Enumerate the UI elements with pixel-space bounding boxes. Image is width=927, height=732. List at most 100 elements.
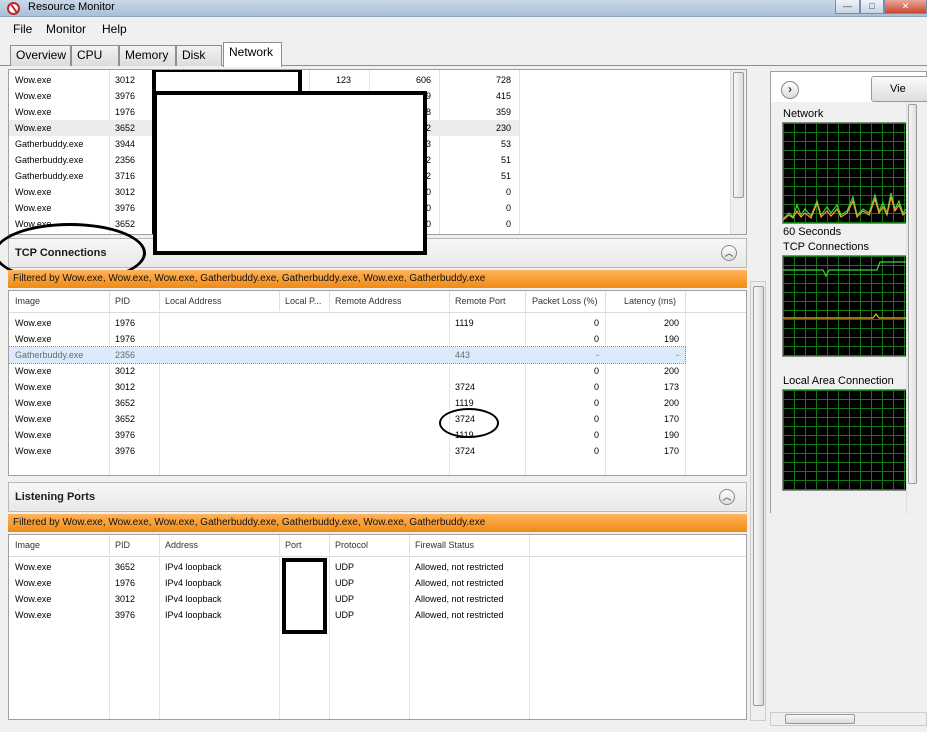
- annotation-circle: [439, 408, 499, 438]
- process-total: 0: [505, 219, 511, 229]
- menu-file[interactable]: File: [13, 22, 32, 36]
- conn-latency: 190: [663, 334, 679, 344]
- graph-title-network: Network: [783, 108, 824, 120]
- col-protocol[interactable]: Protocol: [335, 540, 368, 550]
- table-row[interactable]: Wow.exe 3012 0 200: [9, 363, 685, 379]
- table-row[interactable]: Gatherbuddy.exe 2356 443 - -: [9, 346, 686, 364]
- col-pid[interactable]: PID: [115, 540, 130, 550]
- process-pid: 3012: [115, 75, 136, 85]
- process-pid: 3012: [115, 187, 136, 197]
- col-remote-port[interactable]: Remote Port: [455, 296, 506, 306]
- tcp-column-header: Image PID ^ Local Address Local P... Rem…: [9, 290, 746, 313]
- tab-disk[interactable]: Disk: [176, 45, 222, 66]
- table-row[interactable]: Wow.exe 3652 3724 0 170: [9, 411, 685, 427]
- col-latency[interactable]: Latency (ms): [624, 296, 676, 306]
- conn-image: Gatherbuddy.exe: [15, 350, 84, 360]
- listen-image: Wow.exe: [15, 594, 52, 604]
- conn-packet-loss: 0: [593, 414, 599, 424]
- listen-firewall: Allowed, not restricted: [415, 562, 504, 572]
- conn-latency: 170: [663, 446, 679, 456]
- conn-latency: 170: [663, 414, 679, 424]
- col-image[interactable]: Image: [15, 296, 40, 306]
- views-button[interactable]: Vie: [871, 76, 927, 102]
- conn-image: Wow.exe: [15, 414, 52, 424]
- graph-caption: 60 Seconds: [783, 226, 842, 238]
- conn-pid: 3976: [115, 446, 136, 456]
- col-port[interactable]: Port: [285, 540, 302, 550]
- expand-arrow-icon[interactable]: ›: [781, 81, 799, 99]
- listen-firewall: Allowed, not restricted: [415, 594, 504, 604]
- menu-help[interactable]: Help: [102, 22, 127, 36]
- col-remote-address[interactable]: Remote Address: [335, 296, 402, 306]
- process-image: Wow.exe: [15, 123, 52, 133]
- process-image: Gatherbuddy.exe: [15, 171, 84, 181]
- collapse-icon[interactable]: ︿: [719, 489, 735, 505]
- table-row[interactable]: Wow.exe 3976 IPv4 loopback UDP Allowed, not …: [9, 607, 529, 623]
- table-row[interactable]: Wow.exe 3976 1119 0 190: [9, 427, 685, 443]
- table-row[interactable]: Wow.exe 1976 1119 0 200: [9, 315, 685, 331]
- col-image[interactable]: Image: [15, 540, 40, 550]
- table-row[interactable]: Wow.exe 3012 3724 0 173: [9, 379, 685, 395]
- process-receive: 606: [415, 75, 431, 85]
- local-area-connection-graph: [782, 389, 907, 491]
- collapse-icon[interactable]: ︿: [721, 245, 737, 261]
- minimize-button[interactable]: —: [835, 0, 860, 14]
- tcp-table: Image PID ^ Local Address Local P... Rem…: [8, 91, 747, 476]
- conn-pid: 3012: [115, 366, 136, 376]
- process-total: 415: [495, 91, 511, 101]
- table-row[interactable]: Wow.exe 3652 1119 0 200: [9, 395, 685, 411]
- conn-image: Wow.exe: [15, 366, 52, 376]
- process-pid: 3976: [115, 91, 136, 101]
- conn-packet-loss: 0: [593, 382, 599, 392]
- conn-image: Wow.exe: [15, 334, 52, 344]
- menu-monitor[interactable]: Monitor: [46, 22, 86, 36]
- col-local-address[interactable]: Local Address: [165, 296, 222, 306]
- tab-network[interactable]: Network: [223, 42, 282, 67]
- col-firewall-status[interactable]: Firewall Status: [415, 540, 474, 550]
- process-image: Wow.exe: [15, 187, 52, 197]
- conn-image: Wow.exe: [15, 446, 52, 456]
- process-total: 230: [495, 123, 511, 133]
- tcp-graph-lines: [783, 261, 906, 319]
- process-total: 728: [495, 75, 511, 85]
- conn-packet-loss: 0: [593, 430, 599, 440]
- process-total: 51: [500, 171, 511, 181]
- conn-remote-port: 1119: [455, 318, 474, 328]
- listen-image: Wow.exe: [15, 562, 52, 572]
- table-row[interactable]: Wow.exe 1976 IPv4 loopback UDP Allowed, not …: [9, 575, 529, 591]
- conn-remote-port: 3724: [455, 446, 476, 456]
- conn-pid: 3652: [115, 398, 136, 408]
- process-pid: 3716: [115, 171, 136, 181]
- main-vertical-scrollbar[interactable]: [750, 281, 766, 721]
- maximize-button[interactable]: □: [860, 0, 884, 14]
- table-row[interactable]: Wow.exe 3012 IPv4 loopback UDP Allowed, not …: [9, 591, 529, 607]
- conn-pid: 3652: [115, 414, 136, 424]
- conn-latency: 200: [663, 366, 679, 376]
- conn-latency: 190: [663, 430, 679, 440]
- vertical-scrollbar[interactable]: [730, 70, 746, 234]
- conn-packet-loss: -: [596, 350, 599, 360]
- conn-pid: 3976: [115, 430, 136, 440]
- process-image: Wow.exe: [15, 107, 52, 117]
- col-local-port[interactable]: Local P...: [285, 296, 321, 306]
- table-row[interactable]: Wow.exe 3976 3724 0 170: [9, 443, 685, 459]
- tab-overview[interactable]: Overview: [10, 45, 71, 66]
- tab-cpu[interactable]: CPU: [71, 45, 119, 66]
- col-pid[interactable]: PID: [115, 296, 130, 306]
- window-title: Resource Monitor: [28, 1, 115, 13]
- tab-memory[interactable]: Memory: [119, 45, 176, 66]
- conn-latency: -: [676, 350, 679, 360]
- horizontal-scrollbar[interactable]: [770, 712, 927, 726]
- col-packet-loss[interactable]: Packet Loss (%): [532, 296, 598, 306]
- listen-pid: 3976: [115, 610, 136, 620]
- main-content: Wow.exe3012123606728Wow.exe3976127289415…: [0, 66, 927, 732]
- table-row[interactable]: Wow.exe 3652 IPv4 loopback UDP Allowed, not …: [9, 559, 529, 575]
- listen-firewall: Allowed, not restricted: [415, 610, 504, 620]
- table-row[interactable]: Wow.exe 1976 0 190: [9, 331, 685, 347]
- side-scrollbar[interactable]: [906, 102, 919, 514]
- close-button[interactable]: ✕: [884, 0, 927, 14]
- listening-filter-bar: Filtered by Wow.exe, Wow.exe, Wow.exe, G…: [8, 514, 747, 532]
- listening-section-header[interactable]: Listening Ports ︿: [8, 482, 747, 512]
- sort-up-icon: ^: [131, 290, 135, 295]
- col-address[interactable]: Address: [165, 540, 198, 550]
